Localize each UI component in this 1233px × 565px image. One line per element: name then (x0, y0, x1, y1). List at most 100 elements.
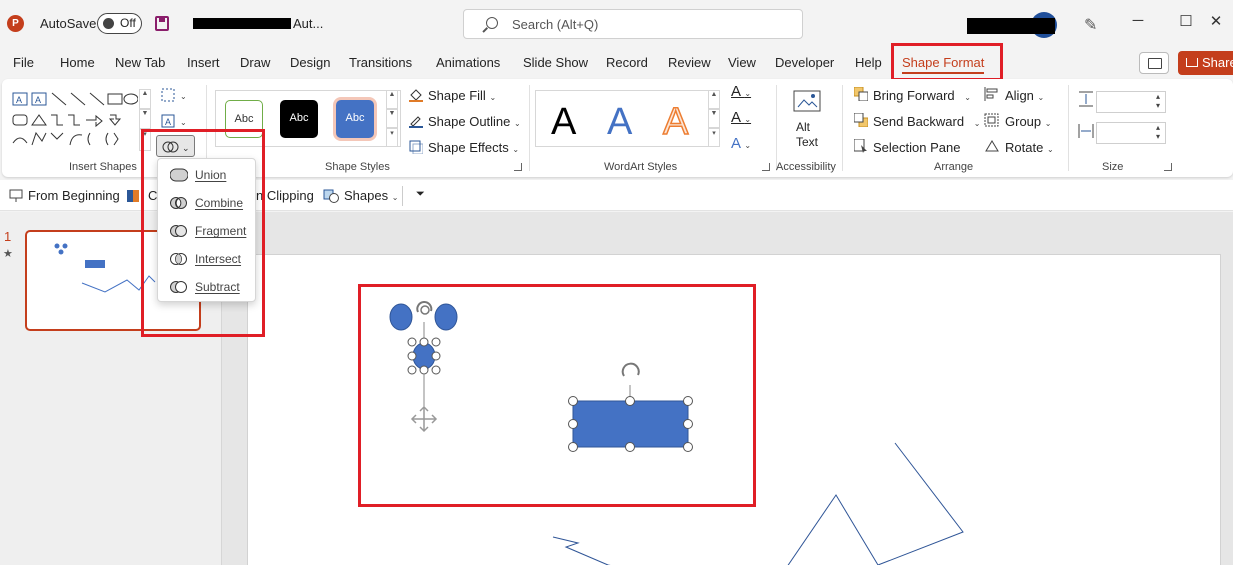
group-separator (842, 85, 843, 171)
width-spinner-icon[interactable]: ▴ ▾ (1156, 123, 1160, 141)
alt-text-icon[interactable] (792, 89, 824, 117)
height-icon (1078, 91, 1093, 107)
redacted-account-name (967, 18, 1055, 34)
group-button[interactable]: Group ⌄ (1005, 114, 1051, 129)
shape-outline-button[interactable]: Shape Outline ⌄ (428, 114, 521, 129)
wordart-launcher-icon[interactable] (762, 163, 770, 171)
save-icon[interactable] (155, 16, 169, 31)
styles-more-icon[interactable]: ▾ (386, 128, 398, 147)
shape-styles-group-label: Shape Styles (325, 161, 390, 173)
size-launcher-icon[interactable] (1164, 163, 1172, 171)
shapes-icon (323, 189, 339, 203)
pen-icon[interactable]: ✎ (1084, 15, 1097, 35)
svg-text:⌄: ⌄ (180, 92, 187, 101)
group-separator (776, 85, 777, 171)
send-backward-button[interactable]: Send Backward ⌄ (873, 114, 980, 129)
comments-button[interactable] (1139, 52, 1169, 74)
tab-record[interactable]: Record (606, 55, 648, 70)
file-name-suffix[interactable]: Aut... (293, 16, 323, 31)
search-box[interactable]: Search (Alt+Q) (463, 9, 803, 39)
tab-slide-show[interactable]: Slide Show (523, 55, 588, 70)
maximize-button[interactable]: ☐ (1176, 12, 1196, 34)
selection-pane-button[interactable]: Selection Pane (873, 140, 960, 155)
bring-forward-icon (853, 86, 869, 102)
tab-home[interactable]: Home (60, 55, 95, 70)
text-effects-icon[interactable]: A ⌄ (731, 135, 751, 152)
highlight-shape-format-tab (891, 43, 1003, 81)
autosave-toggle[interactable]: Off (97, 13, 142, 34)
size-group-label: Size (1102, 161, 1124, 173)
share-button[interactable]: Share (1178, 51, 1233, 75)
shapes-gallery[interactable]: A A (10, 89, 138, 151)
rotate-icon (984, 139, 999, 153)
style-sample-dark[interactable]: Abc (280, 100, 318, 138)
styles-down-icon[interactable]: ▼ (386, 109, 398, 128)
powerpoint-logo-icon: P (7, 15, 24, 32)
wordart-down-icon[interactable]: ▼ (708, 109, 720, 128)
tab-file[interactable]: File (13, 55, 34, 70)
tab-design[interactable]: Design (290, 55, 330, 70)
tab-new-tab[interactable]: New Tab (115, 55, 165, 70)
svg-text:A: A (16, 95, 22, 105)
tab-animations[interactable]: Animations (436, 55, 500, 70)
insert-shapes-group-label: Insert Shapes (69, 161, 137, 173)
align-label: Align (1005, 88, 1034, 103)
search-icon (486, 17, 498, 29)
tab-help[interactable]: Help (855, 55, 882, 70)
arrange-group-label: Arrange (934, 161, 974, 173)
customize-qat-icon[interactable]: ⏷ (416, 188, 425, 201)
wordart-black[interactable]: A (551, 101, 576, 144)
ribbon-tabs: File Home New Tab Insert Draw Design Tra… (0, 43, 1233, 81)
style-sample-blue[interactable]: Abc (336, 100, 374, 138)
svg-text:A: A (165, 117, 171, 127)
from-beginning-button[interactable]: From Beginning (28, 188, 120, 203)
highlight-merge-shapes (141, 129, 265, 337)
text-box-icon[interactable]: A ⌄ (160, 111, 192, 131)
shape-effects-button[interactable]: Shape Effects ⌄ (428, 140, 519, 155)
rotate-button[interactable]: Rotate ⌄ (1005, 140, 1054, 155)
tab-transitions[interactable]: Transitions (349, 55, 412, 70)
tab-view[interactable]: View (728, 55, 756, 70)
text-fill-icon[interactable]: A ⌄ (731, 83, 751, 100)
screen-clipping-icon (127, 190, 139, 202)
svg-text:A: A (35, 95, 41, 105)
autosave-state: Off (120, 16, 136, 30)
wordart-more-icon[interactable]: ▾ (708, 128, 720, 147)
edit-shape-icon[interactable]: ⌄ (160, 85, 192, 105)
tab-review[interactable]: Review (668, 55, 711, 70)
styles-up-icon[interactable]: ▲ (386, 90, 398, 109)
accessibility-group-label: Accessibility (776, 161, 836, 173)
align-button[interactable]: Align ⌄ (1005, 88, 1044, 103)
shape-fill-button[interactable]: Shape Fill ⌄ (428, 88, 496, 103)
close-button[interactable]: ✕ (1206, 12, 1226, 34)
wordart-blue[interactable]: A (607, 101, 632, 144)
shape-styles-launcher-icon[interactable] (514, 163, 522, 171)
redacted-file-name (193, 18, 291, 29)
tab-developer[interactable]: Developer (775, 55, 834, 70)
shape-effects-label: Shape Effects (428, 140, 509, 155)
gallery-up-icon[interactable]: ▲ (139, 89, 151, 109)
send-backward-label: Send Backward (873, 114, 965, 129)
minimize-button[interactable]: ─ (1128, 12, 1148, 34)
tab-draw[interactable]: Draw (240, 55, 270, 70)
send-backward-icon (853, 112, 869, 128)
wordart-up-icon[interactable]: ▲ (708, 90, 720, 109)
bring-forward-button[interactable]: Bring Forward ⌄ (873, 88, 971, 103)
slide-number: 1 (4, 229, 12, 244)
align-icon (984, 87, 998, 101)
qat-separator (402, 186, 403, 206)
group-separator (529, 85, 530, 171)
bring-forward-label: Bring Forward (873, 88, 955, 103)
title-bar: P AutoSave Off Aut... Search (Alt+Q) ✎ ─… (0, 0, 1233, 48)
height-spinner-icon[interactable]: ▴ ▾ (1156, 92, 1160, 110)
wordart-orange[interactable]: A (662, 100, 689, 144)
pencil-icon (409, 114, 423, 128)
alt-text-line2[interactable]: Text (796, 135, 818, 149)
text-outline-icon[interactable]: A ⌄ (731, 109, 751, 126)
tab-insert[interactable]: Insert (187, 55, 220, 70)
gallery-down-icon[interactable]: ▼ (139, 109, 151, 129)
shape-effects-icon (409, 140, 424, 155)
toggle-knob (103, 18, 114, 29)
shapes-button[interactable]: Shapes ⌄ (344, 188, 398, 203)
alt-text-line1[interactable]: Alt (796, 120, 810, 134)
